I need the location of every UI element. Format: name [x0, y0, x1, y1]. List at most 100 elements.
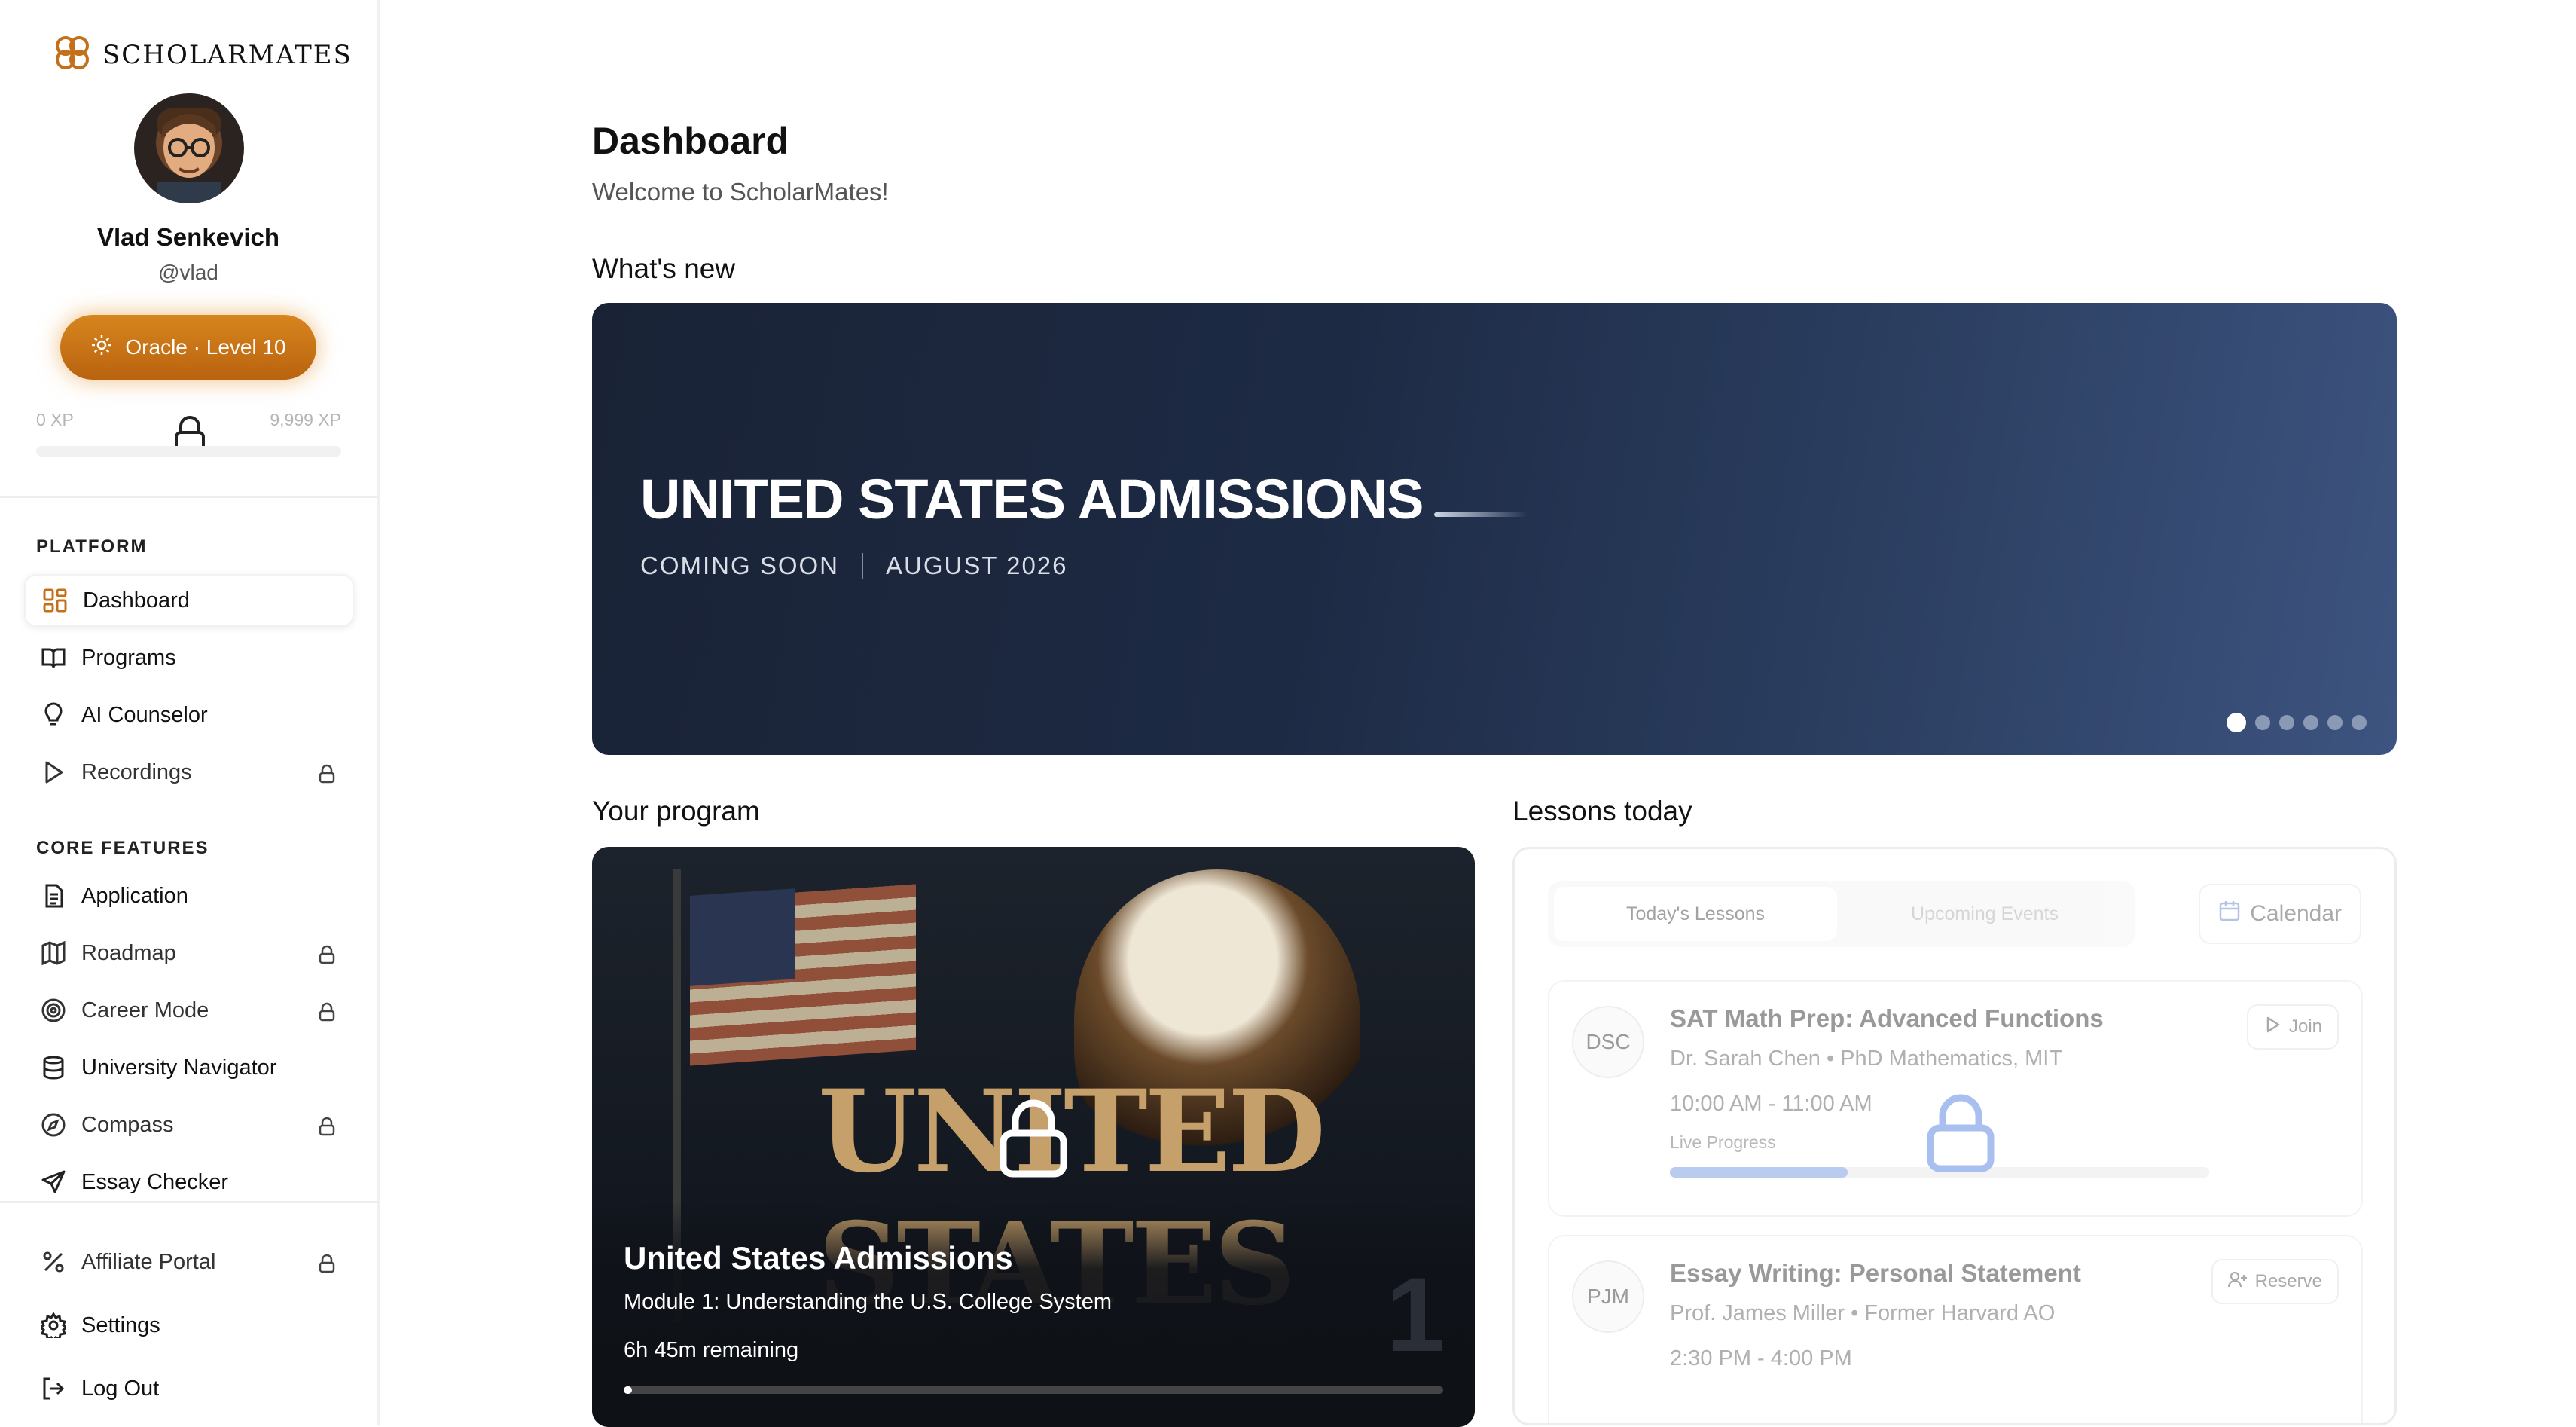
logout-icon — [41, 1376, 66, 1401]
reserve-button[interactable]: Reserve — [2211, 1259, 2339, 1304]
percent-icon — [41, 1249, 66, 1275]
divider — [0, 1201, 377, 1203]
teacher-initials: DSC — [1572, 1006, 1644, 1078]
level-label: Oracle · Level 10 — [125, 335, 286, 359]
sidebar-item-ai-counselor[interactable]: AI Counselor — [24, 689, 354, 741]
sidebar: SCHOLARMATES Vlad Senkevich @vlad Oracle… — [0, 0, 380, 1425]
carousel-dots — [2227, 713, 2367, 732]
lock-icon — [318, 945, 336, 970]
play-icon — [41, 759, 66, 785]
level-badge-button[interactable]: Oracle · Level 10 — [60, 315, 316, 380]
lesson-title: Essay Writing: Personal Statement — [1670, 1259, 2081, 1287]
banner-accent-line — [1434, 512, 1528, 517]
grid-icon — [42, 588, 68, 613]
lesson-teacher: Prof. James Miller • Former Harvard AO — [1670, 1301, 2056, 1325]
join-button[interactable]: Join — [2246, 1004, 2339, 1050]
sidebar-item-university-navigator[interactable]: University Navigator — [24, 1041, 354, 1094]
sidebar-item-application[interactable]: Application — [24, 869, 354, 922]
document-icon — [41, 883, 66, 909]
carousel-dot[interactable] — [2279, 715, 2294, 730]
program-title: United States Admissions — [624, 1240, 1013, 1276]
sidebar-item-label: AI Counselor — [81, 702, 208, 727]
lesson-tabs: Today's Lessons Upcoming Events — [1548, 881, 2135, 947]
play-icon — [2263, 1016, 2281, 1039]
compass-icon — [41, 1112, 66, 1138]
program-module: Module 1: Understanding the U.S. College… — [624, 1290, 1113, 1314]
add-user-icon — [2227, 1270, 2248, 1294]
lessons-panel: Today's Lessons Upcoming Events Calendar… — [1512, 847, 2397, 1425]
tab-upcoming-events[interactable]: Upcoming Events — [1843, 887, 2126, 941]
carousel-dot[interactable] — [2327, 715, 2343, 730]
program-progress-fill — [624, 1386, 632, 1394]
xp-max-label: 9,999 XP — [270, 410, 341, 429]
sidebar-item-affiliate-portal[interactable]: Affiliate Portal — [24, 1236, 354, 1288]
logo-text: SCHOLARMATES — [102, 39, 353, 70]
sidebar-item-dashboard[interactable]: Dashboard — [24, 574, 354, 627]
banner-separator — [862, 553, 864, 579]
lock-icon — [1924, 1090, 1997, 1177]
lesson-time: 2:30 PM - 4:00 PM — [1670, 1346, 1852, 1370]
sidebar-item-career-mode[interactable]: Career Mode — [24, 984, 354, 1037]
calendar-button[interactable]: Calendar — [2199, 884, 2361, 944]
program-number: 1 — [1386, 1255, 1445, 1374]
sidebar-item-label: Recordings — [81, 759, 192, 784]
program-progress-bar — [624, 1386, 1443, 1394]
lesson-title: SAT Math Prep: Advanced Functions — [1670, 1004, 2104, 1032]
lightbulb-icon — [41, 702, 66, 728]
map-icon — [41, 940, 66, 966]
flag-canton — [690, 888, 795, 986]
sidebar-item-label: Settings — [81, 1312, 160, 1337]
profile-handle: @vlad — [158, 261, 218, 284]
sidebar-item-roadmap[interactable]: Roadmap — [24, 927, 354, 979]
your-program-heading: Your program — [592, 796, 760, 827]
lesson-teacher: Dr. Sarah Chen • PhD Mathematics, MIT — [1670, 1047, 2063, 1071]
lock-icon — [318, 1254, 336, 1279]
join-label: Join — [2288, 1016, 2322, 1037]
sidebar-item-label: Roadmap — [81, 940, 176, 965]
reserve-label: Reserve — [2254, 1271, 2322, 1291]
sidebar-item-logout[interactable]: Log Out — [24, 1362, 354, 1415]
lessons-today-heading: Lessons today — [1512, 796, 1692, 827]
sidebar-item-label: Compass — [81, 1112, 174, 1137]
program-remaining: 6h 45m remaining — [624, 1338, 799, 1362]
divider — [0, 496, 377, 498]
sidebar-item-settings[interactable]: Settings — [24, 1299, 354, 1352]
banner-subtitle: COMING SOON AUGUST 2026 — [640, 552, 1068, 580]
calendar-label: Calendar — [2250, 901, 2342, 926]
sidebar-item-compass[interactable]: Compass — [24, 1099, 354, 1151]
book-icon — [41, 645, 66, 671]
teacher-initials: PJM — [1572, 1260, 1644, 1333]
app-logo[interactable]: SCHOLARMATES — [53, 33, 353, 76]
lock-icon — [318, 1002, 336, 1028]
core-features-heading: CORE FEATURES — [36, 838, 209, 858]
sun-icon — [90, 334, 113, 362]
banner-title: UNITED STATES ADMISSIONS — [640, 468, 1424, 530]
banner-status: COMING SOON — [640, 552, 840, 579]
whats-new-banner[interactable]: UNITED STATES ADMISSIONS COMING SOON AUG… — [592, 303, 2397, 755]
sidebar-item-label: University Navigator — [81, 1055, 277, 1080]
program-card[interactable]: UNITED STATES 1 United States Admissions… — [592, 847, 1475, 1427]
lesson-card[interactable]: PJM Essay Writing: Personal Statement Pr… — [1548, 1235, 2363, 1423]
sidebar-item-recordings[interactable]: Recordings — [24, 746, 354, 799]
xp-min-label: 0 XP — [36, 410, 74, 429]
gear-icon — [41, 1312, 66, 1338]
send-icon — [41, 1169, 66, 1195]
lesson-time: 10:00 AM - 11:00 AM — [1670, 1092, 1872, 1116]
carousel-dot[interactable] — [2352, 715, 2367, 730]
calendar-icon — [2218, 900, 2241, 928]
carousel-dot[interactable] — [2255, 715, 2270, 730]
page-subtitle: Welcome to ScholarMates! — [592, 178, 889, 206]
sidebar-item-programs[interactable]: Programs — [24, 631, 354, 684]
carousel-dot[interactable] — [2227, 713, 2246, 732]
lock-icon — [318, 764, 336, 790]
profile-name: Vlad Senkevich — [96, 223, 280, 251]
avatar[interactable] — [134, 93, 244, 203]
database-icon — [41, 1055, 66, 1080]
sidebar-item-label: Log Out — [81, 1376, 160, 1401]
xp-progress-bar — [36, 446, 341, 457]
platform-heading: PLATFORM — [36, 536, 148, 557]
tab-todays-lessons[interactable]: Today's Lessons — [1554, 887, 1837, 941]
sidebar-item-label: Affiliate Portal — [81, 1249, 216, 1274]
carousel-dot[interactable] — [2303, 715, 2318, 730]
target-icon — [41, 998, 66, 1023]
